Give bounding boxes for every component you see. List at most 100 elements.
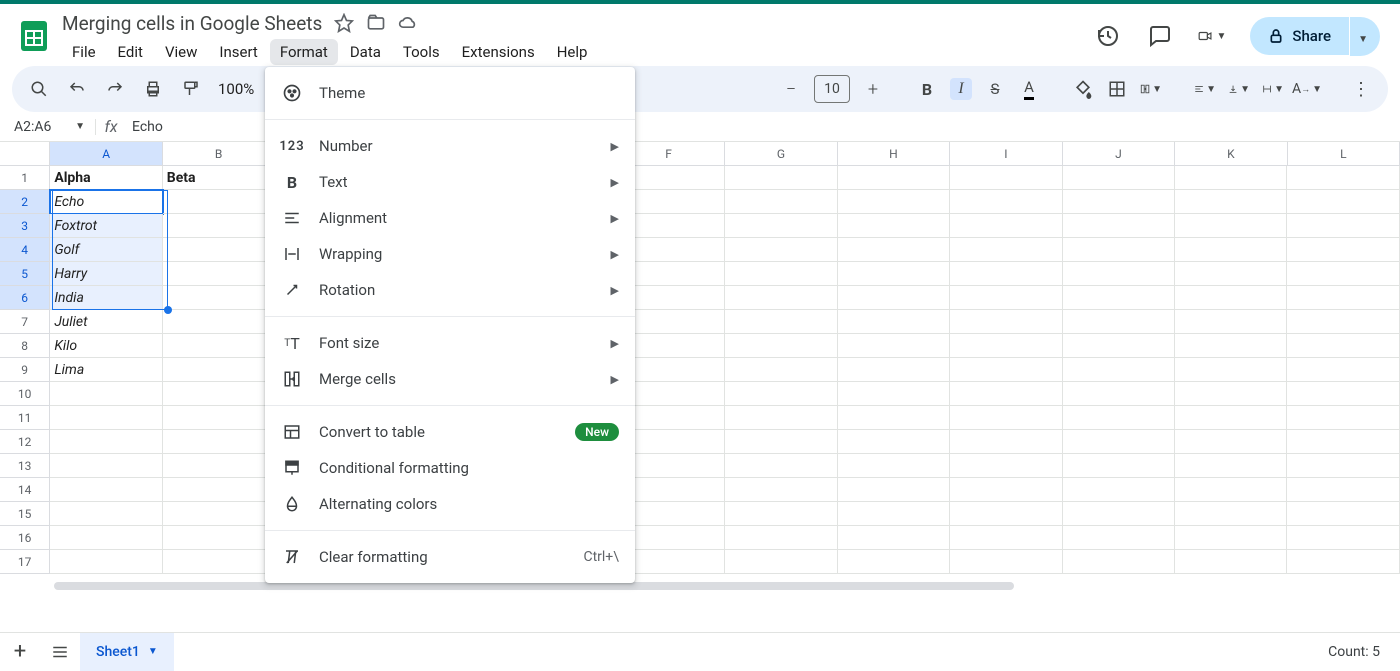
cell[interactable]: Foxtrot [50,214,162,238]
cell[interactable] [838,502,950,526]
cell[interactable] [1063,478,1175,502]
cell[interactable] [163,454,275,478]
cell[interactable] [950,478,1062,502]
column-header[interactable]: G [725,142,837,166]
meet-icon[interactable]: ▼ [1198,22,1226,50]
search-menus-icon[interactable] [28,78,50,100]
cell[interactable] [1063,430,1175,454]
text-wrap-button[interactable]: ▼ [1262,78,1284,100]
cell[interactable] [1175,286,1287,310]
cell[interactable] [1287,430,1399,454]
cell[interactable] [50,502,162,526]
cell[interactable] [163,478,275,502]
cell[interactable] [725,526,837,550]
redo-icon[interactable] [104,78,126,100]
cell[interactable] [838,166,950,190]
cell[interactable] [50,430,162,454]
menu-view[interactable]: View [155,39,207,65]
cell[interactable] [950,382,1062,406]
italic-button[interactable]: I [950,78,972,100]
paint-format-icon[interactable] [180,78,202,100]
cell[interactable] [1287,526,1399,550]
cell[interactable] [50,454,162,478]
cell[interactable] [1175,454,1287,478]
text-color-button[interactable]: A [1018,78,1040,100]
cell[interactable] [50,382,162,406]
cell[interactable] [163,502,275,526]
cell[interactable] [1063,286,1175,310]
spreadsheet-grid[interactable]: ABCDEFGHIJKL 1AlphaBeta2Echo3Foxtrot4Gol… [0,142,1400,632]
cell[interactable] [838,454,950,478]
cell[interactable] [1063,502,1175,526]
sheet-tab[interactable]: Sheet1 ▼ [80,633,174,671]
move-to-drive-icon[interactable] [366,13,386,33]
cell[interactable] [725,262,837,286]
cell[interactable] [1287,406,1399,430]
cell[interactable] [838,286,950,310]
cell[interactable] [163,430,275,454]
more-toolbar-icon[interactable]: ⋮ [1350,78,1372,100]
cell[interactable] [838,526,950,550]
menu-help[interactable]: Help [547,39,598,65]
cell[interactable] [725,310,837,334]
cell[interactable] [1175,358,1287,382]
merge-cells-button[interactable]: ▼ [1140,78,1162,100]
strikethrough-button[interactable]: S [984,78,1006,100]
cell[interactable] [1063,358,1175,382]
cell[interactable] [725,190,837,214]
cell[interactable] [725,214,837,238]
cell[interactable] [1175,334,1287,358]
cell[interactable] [1063,310,1175,334]
cell[interactable] [163,190,275,214]
undo-icon[interactable] [66,78,88,100]
row-header[interactable]: 3 [0,214,50,238]
cell[interactable] [838,190,950,214]
menu-format[interactable]: Format [270,39,338,65]
cell[interactable] [838,238,950,262]
column-header[interactable]: J [1063,142,1175,166]
cell[interactable] [1287,454,1399,478]
name-box[interactable]: A2:A6 ▼ [0,119,96,135]
cell[interactable] [1287,286,1399,310]
cell[interactable] [725,286,837,310]
decrease-font-icon[interactable]: − [780,78,802,100]
format-menu-merge-cells[interactable]: Merge cells▶ [265,361,635,397]
cell[interactable] [838,430,950,454]
cell[interactable] [1287,334,1399,358]
cell[interactable] [725,550,837,574]
cell[interactable] [838,406,950,430]
row-header[interactable]: 4 [0,238,50,262]
row-header[interactable]: 10 [0,382,50,406]
column-header[interactable]: L [1288,142,1400,166]
column-header[interactable]: A [50,142,162,166]
cell[interactable] [1175,190,1287,214]
cell[interactable] [1287,262,1399,286]
cell[interactable] [163,550,275,574]
text-rotation-button[interactable]: A→▼ [1296,78,1318,100]
row-header[interactable]: 2 [0,190,50,214]
cell[interactable] [1287,358,1399,382]
cell[interactable]: Harry [50,262,162,286]
cell[interactable] [950,502,1062,526]
row-header[interactable]: 13 [0,454,50,478]
cell[interactable] [1175,262,1287,286]
cell[interactable] [163,526,275,550]
cell[interactable] [1175,406,1287,430]
cell[interactable] [50,478,162,502]
cell[interactable] [1287,166,1399,190]
cell[interactable] [1175,478,1287,502]
history-icon[interactable] [1094,22,1122,50]
column-header[interactable]: I [950,142,1062,166]
cell[interactable] [163,358,275,382]
cell[interactable] [163,214,275,238]
cell[interactable] [838,478,950,502]
column-header[interactable]: K [1175,142,1287,166]
cell[interactable] [163,262,275,286]
cell[interactable] [1063,214,1175,238]
menu-insert[interactable]: Insert [209,39,267,65]
cell[interactable] [1063,406,1175,430]
cell[interactable] [950,526,1062,550]
menu-extensions[interactable]: Extensions [452,39,545,65]
cell[interactable] [1063,382,1175,406]
menu-data[interactable]: Data [340,39,391,65]
